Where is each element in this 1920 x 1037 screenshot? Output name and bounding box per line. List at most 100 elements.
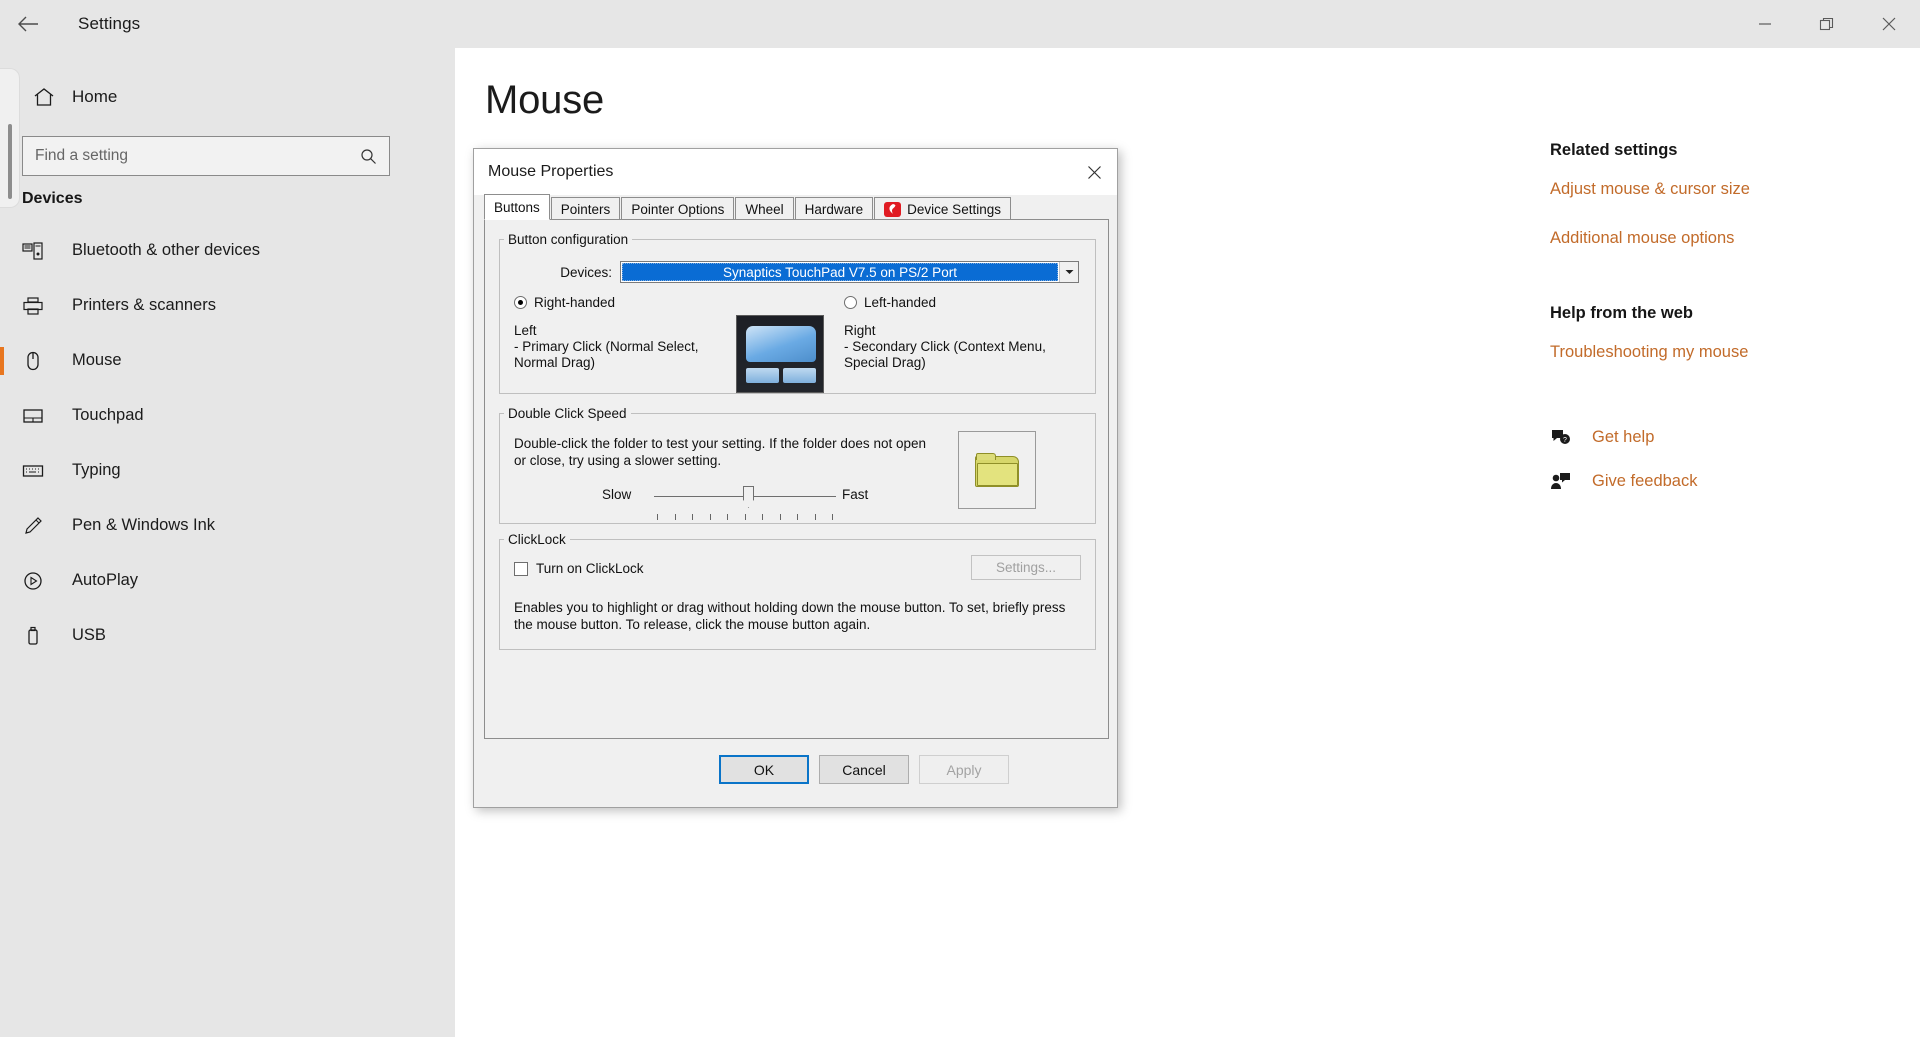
autoplay-icon [22, 571, 64, 591]
sidebar-item-bluetooth-other-devices[interactable]: Bluetooth & other devices [0, 223, 455, 278]
double-click-speed-slider[interactable]: Slow Fast [600, 483, 930, 523]
selection-accent [0, 622, 4, 650]
devices-row: Devices: Synaptics TouchPad V7.5 on PS/2… [514, 261, 1079, 283]
sidebar: Home Devices [0, 48, 455, 1037]
slider-slow-label: Slow [602, 487, 631, 502]
page-title: Mouse [485, 78, 604, 123]
touchpad-right-button [783, 368, 816, 383]
devices-dropdown[interactable]: Synaptics TouchPad V7.5 on PS/2 Port [620, 261, 1079, 283]
give-feedback-icon [1550, 471, 1586, 491]
button-configuration-legend: Button configuration [504, 232, 632, 247]
sidebar-item-home[interactable]: Home [22, 76, 422, 118]
button-configuration-group: Button configuration Devices: Synaptics … [499, 232, 1096, 394]
ok-button[interactable]: OK [719, 755, 809, 784]
tab-buttons[interactable]: Buttons [484, 194, 550, 220]
tab-label: Wheel [745, 202, 783, 217]
give-feedback-label: Give feedback [1592, 472, 1697, 491]
checkbox-indicator[interactable] [514, 562, 528, 576]
sidebar-item-touchpad[interactable]: Touchpad [0, 388, 455, 443]
tab-label: Hardware [805, 202, 864, 217]
window-controls [1734, 0, 1920, 48]
help-from-web-heading: Help from the web [1550, 304, 1890, 323]
click-lock-checkbox-row[interactable]: Turn on ClickLock [514, 561, 644, 576]
tab-hardware[interactable]: Hardware [795, 197, 874, 220]
link-troubleshooting-my-mouse[interactable]: Troubleshooting my mouse [1550, 343, 1890, 362]
radio-label: Left-handed [864, 295, 936, 310]
tab-pointer-options[interactable]: Pointer Options [621, 197, 734, 220]
sidebar-scrollbar-thumb[interactable] [8, 124, 12, 199]
sidebar-item-typing[interactable]: Typing [0, 443, 455, 498]
tab-panel-buttons: Button configuration Devices: Synaptics … [484, 219, 1109, 739]
title-bar: Settings [0, 0, 1920, 48]
close-icon[interactable] [1071, 149, 1117, 195]
sidebar-item-label: Typing [72, 461, 121, 480]
touchpad-icon [22, 406, 64, 426]
right-button-detail: - Secondary Click (Context Menu, Special… [844, 339, 1054, 371]
cancel-button[interactable]: Cancel [819, 755, 909, 784]
sidebar-item-autoplay[interactable]: AutoPlay [0, 553, 455, 608]
selection-accent [0, 347, 4, 375]
tab-pointers[interactable]: Pointers [551, 197, 621, 220]
left-button-detail: - Primary Click (Normal Select, Normal D… [514, 339, 714, 371]
sidebar-item-label: Printers & scanners [72, 296, 216, 315]
tab-wheel[interactable]: Wheel [735, 197, 793, 220]
search-box[interactable] [22, 136, 390, 176]
printer-icon [22, 296, 64, 316]
selection-accent [0, 457, 4, 485]
radio-right-handed[interactable]: Right-handed [514, 295, 615, 310]
related-settings-panel: Related settings Adjust mouse & cursor s… [1550, 141, 1890, 498]
search-input[interactable] [35, 147, 360, 165]
sidebar-group-title: Devices [22, 190, 83, 208]
link-additional-mouse-options[interactable]: Additional mouse options [1550, 229, 1890, 248]
dialog-title-bar: Mouse Properties [474, 149, 1117, 195]
sidebar-item-label: Pen & Windows Ink [72, 516, 215, 535]
dialog-tabstrip: Buttons Pointers Pointer Options Wheel H… [484, 195, 1109, 220]
get-help-row[interactable]: ? Get help [1550, 420, 1890, 454]
chevron-down-icon[interactable] [1059, 262, 1078, 282]
keyboard-icon [22, 461, 64, 481]
link-adjust-mouse-cursor-size[interactable]: Adjust mouse & cursor size [1550, 180, 1890, 199]
selection-accent [0, 237, 4, 265]
click-lock-settings-button[interactable]: Settings... [971, 555, 1081, 580]
left-button-title: Left [514, 323, 714, 339]
get-help-icon: ? [1550, 427, 1586, 447]
give-feedback-row[interactable]: Give feedback [1550, 464, 1890, 498]
folder-icon [975, 453, 1019, 487]
sidebar-item-label: AutoPlay [72, 571, 138, 590]
sidebar-scrollbar[interactable] [0, 68, 20, 208]
close-button[interactable] [1858, 0, 1920, 48]
sidebar-item-pen-windows-ink[interactable]: Pen & Windows Ink [0, 498, 455, 553]
selection-accent [0, 292, 4, 320]
home-label: Home [72, 87, 117, 107]
sidebar-nav: Bluetooth & other devices Printers & sca… [0, 223, 455, 663]
radio-left-handed[interactable]: Left-handed [844, 295, 936, 310]
radio-indicator [514, 296, 527, 309]
back-arrow-icon[interactable] [0, 0, 56, 48]
sidebar-item-printers-scanners[interactable]: Printers & scanners [0, 278, 455, 333]
apply-button[interactable]: Apply [919, 755, 1009, 784]
app-title: Settings [78, 14, 140, 34]
tab-label: Device Settings [907, 202, 1001, 217]
devices-selected-value: Synaptics TouchPad V7.5 on PS/2 Port [622, 263, 1058, 281]
minimize-button[interactable] [1734, 0, 1796, 48]
double-click-test-area[interactable] [958, 431, 1036, 509]
home-icon [22, 87, 66, 107]
slider-thumb[interactable] [743, 486, 754, 508]
pen-icon [22, 516, 64, 536]
dialog-title: Mouse Properties [488, 163, 613, 181]
devices-label: Devices: [514, 265, 620, 280]
restore-button[interactable] [1796, 0, 1858, 48]
touchpad-surface [746, 326, 816, 362]
sidebar-item-mouse[interactable]: Mouse [0, 333, 455, 388]
get-help-label: Get help [1592, 428, 1654, 447]
sidebar-item-label: USB [72, 626, 106, 645]
search-icon[interactable] [360, 148, 377, 165]
related-settings-heading: Related settings [1550, 141, 1890, 160]
tab-label: Pointer Options [631, 202, 724, 217]
settings-window: Settings [0, 0, 1920, 1037]
svg-text:?: ? [1563, 437, 1567, 444]
sidebar-item-label: Touchpad [72, 406, 144, 425]
sidebar-item-usb[interactable]: USB [0, 608, 455, 663]
tab-device-settings[interactable]: Device Settings [874, 197, 1011, 220]
tab-label: Buttons [494, 200, 540, 215]
